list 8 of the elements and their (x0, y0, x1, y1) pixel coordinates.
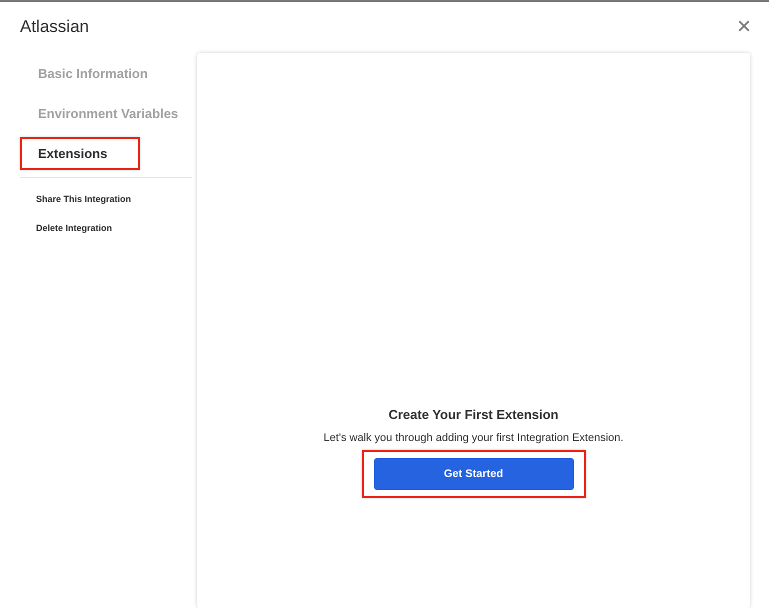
sidebar-item[interactable]: Extensions (20, 137, 140, 170)
empty-state-description: Let's walk you through adding your first Integration Extension. (324, 432, 624, 444)
close-button[interactable]: × (736, 17, 751, 37)
sidebar-link[interactable]: Delete Integration (20, 223, 192, 233)
get-started-button[interactable]: Get Started (374, 458, 574, 490)
sidebar-link[interactable]: Share This Integration (20, 194, 192, 204)
window-title: Atlassian (20, 17, 89, 37)
empty-state-heading: Create Your First Extension (388, 407, 558, 422)
